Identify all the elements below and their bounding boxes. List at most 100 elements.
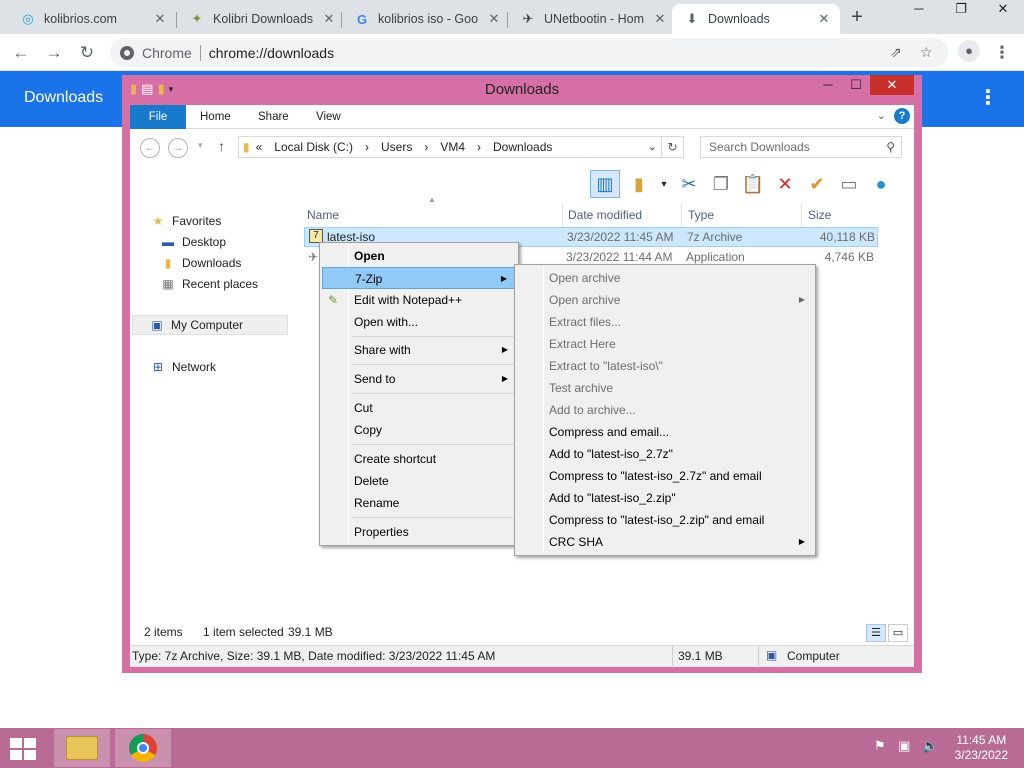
profile-avatar-icon[interactable]: ● [958, 40, 980, 62]
menu-item-extract-to[interactable]: Extract to "latest-iso\" [517, 355, 813, 377]
column-header-type[interactable]: Type [684, 203, 802, 227]
share-icon[interactable]: ⇗ [890, 38, 902, 67]
explorer-minimize-button[interactable]: ─ [814, 75, 842, 95]
menu-item-cut[interactable]: Cut [322, 397, 516, 419]
tab-kolibrios[interactable]: ◎ kolibrios.com ✕ [8, 4, 176, 34]
menu-item-add-to-zip[interactable]: Add to "latest-iso_2.zip" [517, 487, 813, 509]
breadcrumb-downloads[interactable]: Downloads [493, 140, 552, 154]
menu-item-create-shortcut[interactable]: Create shortcut [322, 448, 516, 470]
refresh-icon[interactable]: ↻ [661, 137, 683, 157]
menu-item-compress-and-email[interactable]: Compress and email... [517, 421, 813, 443]
windows-start-button[interactable] [10, 738, 38, 760]
ribbon-tab-share[interactable]: Share [244, 105, 303, 129]
column-header-size[interactable]: Size [804, 203, 878, 227]
close-icon[interactable]: ✕ [321, 11, 337, 27]
search-input[interactable]: Search Downloads ⚲ [700, 136, 902, 158]
menu-item-delete[interactable]: Delete [322, 470, 516, 492]
new-tab-button[interactable]: + [846, 6, 868, 28]
network-status-icon[interactable]: ▣ [898, 738, 910, 754]
help-icon[interactable]: ? [894, 108, 910, 124]
volume-muted-icon[interactable]: 🔈 [922, 738, 938, 754]
tab-unetbootin[interactable]: ✈ UNetbootin - Hom ✕ [508, 4, 676, 34]
explorer-forward-button[interactable]: → [168, 138, 188, 158]
rename-icon[interactable]: ▭ [836, 171, 862, 197]
explorer-back-button[interactable]: ← [140, 138, 160, 158]
nav-item-network[interactable]: ⊞ Network [150, 357, 216, 377]
bookmark-star-icon[interactable]: ☆ [920, 38, 933, 67]
menu-item-test-archive[interactable]: Test archive [517, 377, 813, 399]
chevron-down-icon[interactable]: ⌄ [877, 109, 886, 122]
checkmark-icon[interactable]: ✔ [804, 171, 830, 197]
chrome-menu-icon[interactable]: ⋮ [990, 41, 1014, 65]
menu-item-compress-zip-email[interactable]: Compress to "latest-iso_2.zip" and email [517, 509, 813, 531]
menu-item-edit-notepadpp[interactable]: ✎ Edit with Notepad++ [322, 289, 516, 311]
tab-downloads[interactable]: ⬇ Downloads ✕ [672, 4, 840, 34]
up-arrow-icon[interactable]: ↑ [218, 138, 225, 154]
large-icons-view-icon[interactable]: ▭ [888, 624, 908, 642]
delete-icon[interactable]: ✕ [772, 171, 798, 197]
reload-button[interactable]: ↻ [75, 41, 99, 65]
nav-item-desktop[interactable]: ▬ Desktop [160, 232, 226, 252]
explorer-close-button[interactable]: ✕ [870, 75, 914, 95]
menu-item-open-archive[interactable]: Open archive [517, 267, 813, 289]
column-header-name[interactable]: Name [303, 203, 563, 227]
tab-kolibri-downloads[interactable]: ✦ Kolibri Downloads ✕ [177, 4, 345, 34]
search-icon[interactable]: ⚲ [886, 137, 895, 157]
menu-item-share-with[interactable]: Share with ▶ [322, 339, 516, 361]
chevron-down-icon[interactable]: ▾ [658, 171, 670, 197]
omnibox[interactable]: Chrome chrome://downloads ⇗ ☆ [110, 38, 948, 67]
nav-item-recent-places[interactable]: ▦ Recent places [160, 274, 258, 294]
preview-pane-icon[interactable]: ▥ [590, 170, 620, 198]
minimize-button[interactable]: ─ [898, 0, 940, 20]
address-bar[interactable]: ▮ « Local Disk (C:) › Users › VM4 › Down… [238, 136, 684, 158]
column-separator[interactable] [681, 203, 682, 227]
window-close-button[interactable]: ✕ [982, 0, 1024, 20]
menu-item-open-with[interactable]: Open with... [322, 311, 516, 333]
forward-button[interactable]: → [42, 41, 66, 65]
tab-google-search[interactable]: G kolibrios iso - Goo ✕ [342, 4, 510, 34]
nav-item-my-computer[interactable]: ▣ My Computer [132, 315, 288, 335]
recent-locations-icon[interactable]: ▾ [198, 140, 203, 151]
breadcrumb-users[interactable]: Users [381, 140, 412, 154]
globe-icon[interactable]: ● [868, 171, 894, 197]
downloads-menu-icon[interactable]: ⋮ [978, 85, 998, 110]
menu-item-crc-sha[interactable]: CRC SHA ▶ [517, 531, 813, 553]
taskbar-file-explorer[interactable] [54, 729, 110, 767]
explorer-maximize-button[interactable]: ☐ [842, 75, 870, 95]
menu-item-extract-files[interactable]: Extract files... [517, 311, 813, 333]
close-icon[interactable]: ✕ [486, 11, 502, 27]
menu-item-properties[interactable]: Properties [322, 521, 516, 543]
menu-item-copy[interactable]: Copy [322, 419, 516, 441]
nav-item-favorites[interactable]: ★ Favorites [150, 211, 222, 231]
breadcrumb-overflow[interactable]: « [256, 140, 263, 154]
menu-item-open[interactable]: Open [322, 245, 516, 267]
menu-item-7zip[interactable]: 7-Zip ▶ [322, 267, 516, 289]
action-center-icon[interactable]: ⚑ [874, 738, 886, 754]
close-icon[interactable]: ✕ [816, 11, 832, 27]
close-icon[interactable]: ✕ [152, 11, 168, 27]
menu-item-send-to[interactable]: Send to ▶ [322, 368, 516, 390]
back-button[interactable]: ← [9, 41, 33, 65]
cut-icon[interactable]: ✂ [676, 171, 702, 197]
maximize-button[interactable]: ❐ [940, 0, 982, 20]
taskbar-chrome[interactable] [115, 729, 171, 767]
breadcrumb-vm4[interactable]: VM4 [440, 140, 465, 154]
menu-item-add-to-archive[interactable]: Add to archive... [517, 399, 813, 421]
column-separator[interactable] [562, 203, 563, 227]
menu-item-extract-here[interactable]: Extract Here [517, 333, 813, 355]
column-separator[interactable] [801, 203, 802, 227]
paste-icon[interactable]: 📋 [740, 171, 766, 197]
menu-item-rename[interactable]: Rename [322, 492, 516, 514]
folder-options-icon[interactable]: ▮ [626, 171, 652, 197]
menu-item-open-archive-sub[interactable]: Open archive ▶ [517, 289, 813, 311]
close-icon[interactable]: ✕ [652, 11, 668, 27]
nav-item-downloads[interactable]: ▮ Downloads [160, 253, 242, 273]
system-clock[interactable]: 11:45 AM 3/23/2022 [955, 733, 1008, 763]
ribbon-tab-view[interactable]: View [302, 105, 355, 129]
chevron-down-icon[interactable]: ⌄ [648, 140, 657, 153]
menu-item-add-to-7z[interactable]: Add to "latest-iso_2.7z" [517, 443, 813, 465]
ribbon-tab-home[interactable]: Home [186, 105, 245, 129]
copy-icon[interactable]: ❐ [708, 171, 734, 197]
omnibox-url[interactable]: chrome://downloads [209, 45, 334, 61]
ribbon-tab-file[interactable]: File [130, 105, 186, 129]
